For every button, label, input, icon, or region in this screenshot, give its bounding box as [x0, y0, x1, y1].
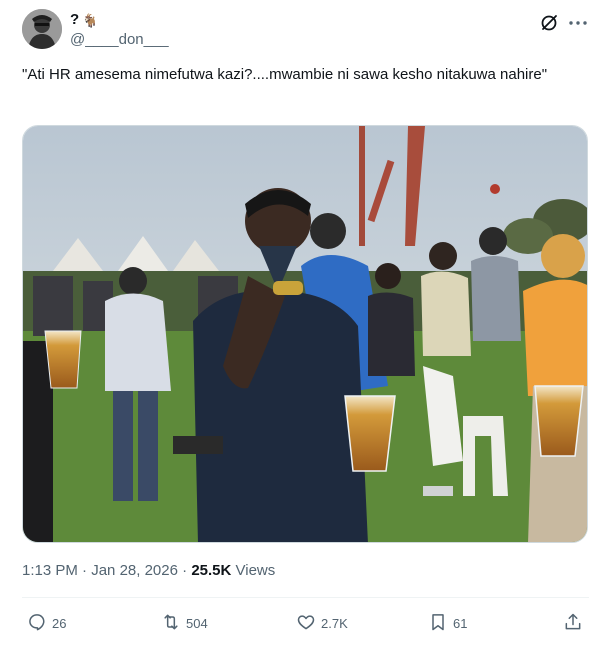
tweet-video[interactable]: [22, 125, 588, 543]
bookmark-button[interactable]: 61: [428, 608, 467, 638]
meta-separator: ·: [77, 562, 92, 579]
reply-count: 26: [52, 615, 67, 631]
display-name[interactable]: ? 🐐: [70, 11, 169, 29]
share-icon: [563, 612, 583, 635]
bookmark-count: 61: [453, 615, 468, 631]
views-label: Views: [231, 562, 276, 579]
reply-button[interactable]: 26: [27, 608, 66, 638]
heart-icon: [296, 612, 316, 635]
tweet-date[interactable]: Jan 28, 2026: [91, 562, 178, 579]
tweet-header: ? 🐐 @____don___: [22, 9, 589, 53]
user-handle[interactable]: @____don___: [70, 30, 169, 50]
like-button[interactable]: 2.7K: [296, 608, 348, 638]
repost-icon: [161, 612, 181, 635]
goat-emoji-icon: 🐐: [82, 12, 99, 28]
views-count: 25.5K: [191, 562, 232, 579]
repost-count: 504: [186, 615, 208, 631]
repost-button[interactable]: 504: [161, 608, 208, 638]
avatar[interactable]: [22, 9, 62, 49]
divider: [22, 597, 589, 598]
meta-separator: ·: [177, 562, 192, 579]
share-button[interactable]: [563, 608, 583, 638]
tweet-meta: 1:13 PM · Jan 28, 2026 · 25.5K Views: [22, 561, 275, 581]
grok-icon[interactable]: [539, 13, 559, 33]
bookmark-icon: [428, 612, 448, 635]
tweet-time[interactable]: 1:13 PM: [22, 562, 78, 579]
reply-icon: [27, 612, 47, 635]
tweet-text: "Ati HR amesema nimefutwa kazi?....mwamb…: [22, 66, 548, 83]
more-icon[interactable]: [567, 13, 589, 33]
author-names: ? 🐐 @____don___: [70, 11, 169, 50]
display-name-text: ?: [70, 11, 80, 28]
action-bar: 26 504 2.7K 61: [22, 608, 589, 638]
like-count: 2.7K: [321, 615, 348, 631]
